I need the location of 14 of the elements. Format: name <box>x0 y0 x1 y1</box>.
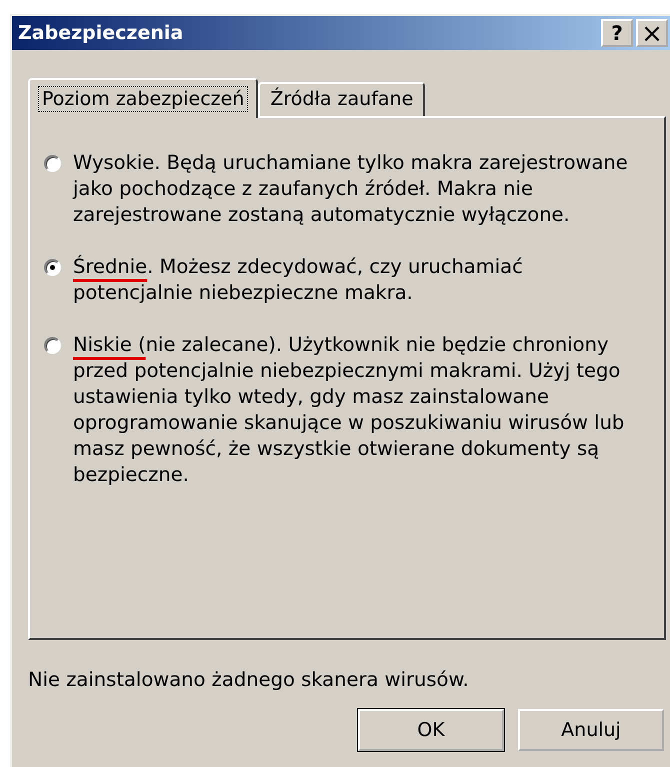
close-button[interactable]: × <box>636 19 668 47</box>
help-button[interactable]: ? <box>601 19 633 47</box>
option-label: Niskie (nie zalecane). Użytkownik nie będzie chroniony przed potencjalnie niebezpiecznymi makrami. Użyj tego ustawienia tylko wtedy, gdy masz zainstalowane oprogramowanie skanujące w poszukiwaniu wirusów lub masz pewność, że wszystkie otwierane dokumenty są bezpieczne. <box>73 332 626 488</box>
cancel-button[interactable]: Anuluj <box>518 709 664 751</box>
option-label: Wysokie. Będą uruchamiane tylko makra zarejestrowane jako pochodzące z zaufanych źródeł. Makra nie zarejestrowane zostaną automatycznie wyłączone. <box>73 150 629 228</box>
radio-button[interactable] <box>44 155 61 172</box>
tab[interactable]: Poziom zabezpieczeń <box>28 78 258 118</box>
radio-button[interactable] <box>44 259 61 276</box>
status-text: Nie zainstalowano żadnego skanera wirusów. <box>28 668 470 691</box>
radio-button[interactable] <box>44 337 61 354</box>
window-title: Zabezpieczenia <box>18 22 184 44</box>
option-label: Średnie. Możesz zdecydować, czy uruchamiać potencjalnie niebezpieczne makra. <box>73 254 524 306</box>
tab[interactable]: Źródła zaufane <box>258 82 426 116</box>
ok-button[interactable]: OK <box>358 709 504 751</box>
